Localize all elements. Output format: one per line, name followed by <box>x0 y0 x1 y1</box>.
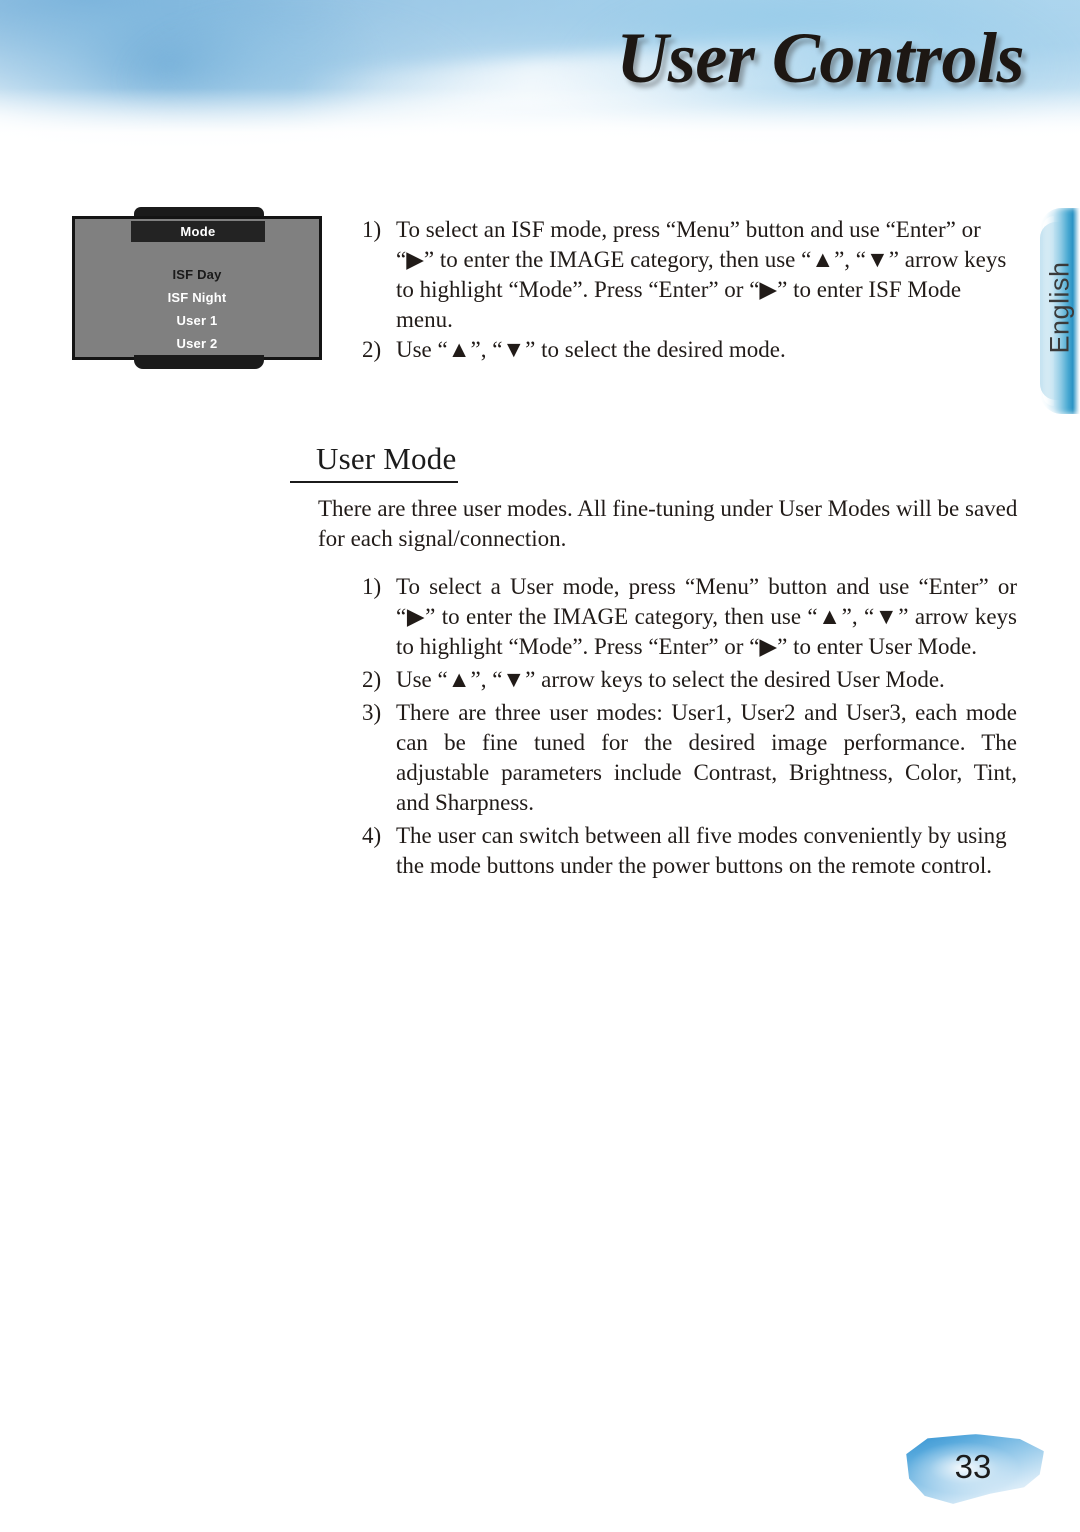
user-mode-section: User Mode There are three user modes. Al… <box>290 440 1018 554</box>
list-item-text: Use “▲”, “▼” arrow keys to select the de… <box>396 667 945 692</box>
section-intro-paragraph: There are three user modes. All fine-tun… <box>318 496 1018 551</box>
page-number: 33 <box>954 1448 992 1485</box>
list-item: 2) Use “▲”, “▼” to select the desired mo… <box>362 335 1007 365</box>
osd-bezel-bottom <box>134 355 264 369</box>
osd-menu-title: Mode <box>131 221 265 242</box>
user-mode-instruction-list: 1) To select a User mode, press “Menu” b… <box>362 572 1017 884</box>
list-item-number: 2) <box>362 667 382 692</box>
page-number-blob: 33 <box>902 1434 1044 1506</box>
list-item-text: Use “▲”, “▼” to select the desired mode. <box>396 337 786 362</box>
list-item: 2) Use “▲”, “▼” arrow keys to select the… <box>362 665 1017 695</box>
language-tab: English <box>1034 208 1080 414</box>
list-item-text: To select a User mode, press “Menu” butt… <box>396 574 1017 659</box>
list-item-text: The user can switch between all five mod… <box>396 823 1007 878</box>
isf-mode-instruction-list: 1) To select an ISF mode, press “Menu” b… <box>362 215 1007 365</box>
osd-menu-screenshot: Mode ISF Day ISF Night User 1 User 2 Use… <box>72 207 322 374</box>
osd-menu-item-isf-day[interactable]: ISF Day <box>75 263 319 286</box>
list-item-number: 1) <box>362 217 382 242</box>
osd-menu-item-isf-night[interactable]: ISF Night <box>75 286 319 309</box>
list-item-text: To select an ISF mode, press “Menu” butt… <box>396 217 1007 332</box>
list-item: 3) There are three user modes: User1, Us… <box>362 698 1017 818</box>
list-item: 4) The user can switch between all five … <box>362 821 1017 881</box>
list-item-number: 4) <box>362 823 382 848</box>
list-item-number: 1) <box>362 574 382 599</box>
osd-menu-item-user-1[interactable]: User 1 <box>75 309 319 332</box>
osd-menu-panel: Mode ISF Day ISF Night User 1 User 2 Use… <box>72 216 322 374</box>
list-item: 1) To select a User mode, press “Menu” b… <box>362 572 1017 662</box>
list-item-number: 3) <box>362 700 382 725</box>
list-item-number: 2) <box>362 337 382 362</box>
section-heading: User Mode <box>290 440 459 483</box>
language-tab-label: English <box>1044 261 1075 354</box>
page-title: User Controls <box>616 18 1024 98</box>
list-item-text: There are three user modes: User1, User2… <box>396 700 1017 815</box>
osd-menu-item-user-2[interactable]: User 2 <box>75 332 319 355</box>
list-item: 1) To select an ISF mode, press “Menu” b… <box>362 215 1007 335</box>
